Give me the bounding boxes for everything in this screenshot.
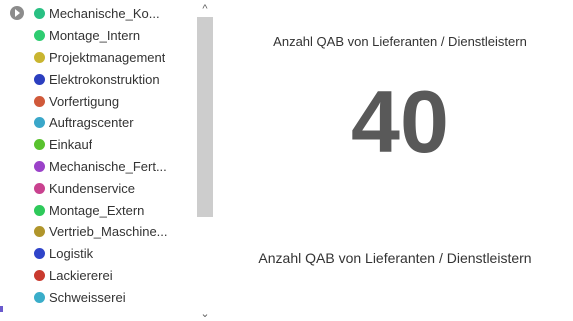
legend-label: Auftragscenter <box>49 115 134 131</box>
legend-item[interactable]: Montage_Intern <box>34 25 194 47</box>
legend-dot-icon <box>34 248 45 260</box>
legend-label: Mechanische_Ko... <box>49 6 160 22</box>
legend-label: Montage_Intern <box>49 28 141 44</box>
scroll-thumb[interactable] <box>197 17 213 217</box>
legend-label: Projektmanagement <box>49 49 166 65</box>
legend-item[interactable]: Kundenservice <box>34 177 194 199</box>
legend-item[interactable]: Einkauf <box>34 134 194 156</box>
legend-dot-icon <box>34 30 45 42</box>
legend-label: Kundenservice <box>49 180 135 196</box>
legend-item[interactable]: Auftragscenter <box>34 112 194 134</box>
legend-item[interactable]: Mechanische_Ko... <box>34 3 194 25</box>
legend-dot-icon <box>34 269 45 281</box>
legend-item[interactable]: Lackiererei <box>34 265 194 287</box>
legend-label: Vertrieb_Maschine... <box>49 224 168 240</box>
legend-label: Schweisserei <box>49 289 126 305</box>
legend-dot-icon <box>34 204 45 216</box>
legend-item[interactable]: Vertrieb_Maschine... <box>34 221 194 243</box>
legend-label: Mechanische_Fert... <box>49 158 167 174</box>
legend-dot-icon <box>34 117 45 129</box>
legend-dot-icon <box>34 51 45 63</box>
legend-label: Einkauf <box>49 137 93 153</box>
scroll-up-icon[interactable]: ^ <box>196 2 214 16</box>
legend-list: Mechanische_Ko... Montage_Intern Projekt… <box>34 3 194 308</box>
legend-label: Lackiererei <box>49 267 113 283</box>
legend-item[interactable]: Elektrokonstruktion <box>34 68 194 90</box>
edge-mark <box>0 306 3 312</box>
legend-label: Vorfertigung <box>49 93 120 109</box>
legend-dot-icon <box>34 139 45 151</box>
legend-item[interactable]: Vorfertigung <box>34 90 194 112</box>
legend-scrollbar[interactable]: ^ ⌄ <box>196 0 214 321</box>
scroll-down-icon[interactable]: ⌄ <box>196 306 214 320</box>
legend-label: Logistik <box>49 246 94 262</box>
legend-dot-icon <box>34 8 45 20</box>
legend-dot-icon <box>34 73 45 85</box>
legend-label: Elektrokonstruktion <box>49 71 160 87</box>
expand-arrow-icon[interactable] <box>10 6 24 20</box>
legend-item[interactable]: Mechanische_Fert... <box>34 156 194 178</box>
legend: Mechanische_Ko... Montage_Intern Projekt… <box>0 0 215 321</box>
legend-dot-icon <box>34 95 45 107</box>
legend-dot-icon <box>34 182 45 194</box>
legend-item[interactable]: Logistik <box>34 243 194 265</box>
kpi-caption: Anzahl QAB von Lieferanten / Dienstleist… <box>258 250 532 266</box>
legend-dot-icon <box>34 160 45 172</box>
kpi-value: 40 <box>351 72 449 171</box>
kpi-title: Anzahl QAB von Lieferanten / Dienstleist… <box>273 34 527 49</box>
legend-item[interactable]: Schweisserei <box>34 286 194 308</box>
kpi-panel: Mechanische_Ko... Montage_Intern Projekt… <box>0 0 573 321</box>
legend-dot-icon <box>34 291 45 303</box>
legend-label: Montage_Extern <box>49 202 145 218</box>
legend-dot-icon <box>34 226 45 238</box>
legend-item[interactable]: Montage_Extern <box>34 199 194 221</box>
legend-item[interactable]: Projektmanagement <box>34 47 194 69</box>
